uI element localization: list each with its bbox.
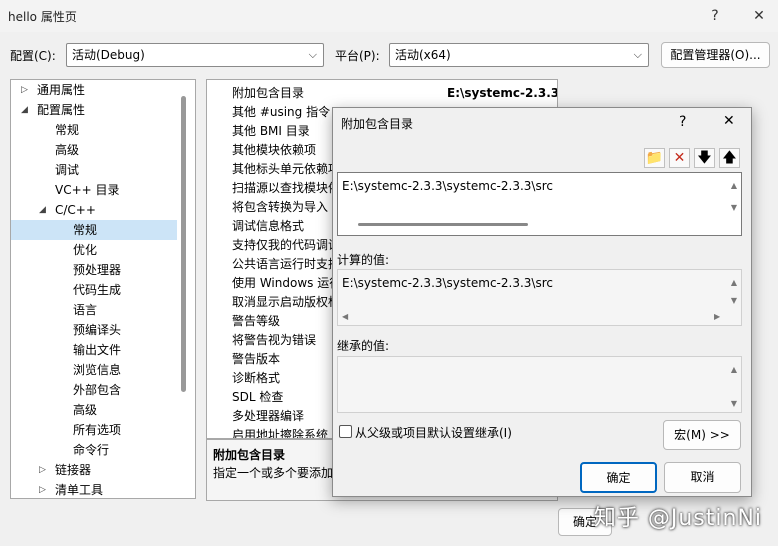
move-down-icon[interactable]: 🡇	[694, 148, 715, 168]
inherited-value-box: ▲ ▼	[337, 356, 742, 413]
collapse-icon[interactable]: ◢	[21, 100, 28, 120]
property-name: 公共语言运行时支持	[232, 257, 341, 271]
property-name: 其他标头单元依赖项	[232, 162, 341, 176]
computed-value-box: E:\systemc-2.3.3\systemc-2.3.3\src ▲ ▼ ◀…	[337, 269, 742, 326]
property-name: 附加包含目录	[232, 86, 305, 100]
tree-item-label: 所有选项	[73, 423, 122, 437]
description-title: 附加包含目录	[213, 448, 286, 462]
property-name: 其他 #using 指令	[232, 105, 331, 119]
dialog-ok-button[interactable]: 确定	[580, 462, 657, 493]
dialog-help-button[interactable]: ?	[679, 114, 686, 130]
property-name: 将包含转换为导入	[232, 200, 329, 214]
tree-item-label: 预编译头	[73, 323, 122, 337]
tree-item-label: 输出文件	[73, 343, 122, 357]
property-value[interactable]: E:\systemc-2.3.3\systemc-2.3.3\src	[447, 84, 557, 103]
scroll-down-icon[interactable]: ▼	[731, 203, 737, 212]
watermark: 知乎 @JustinNi	[593, 506, 762, 531]
collapse-icon[interactable]: ◢	[39, 200, 46, 220]
config-label: 配置(C):	[10, 49, 56, 63]
property-name: 警告等级	[232, 314, 281, 328]
entries-list[interactable]: E:\systemc-2.3.3\systemc-2.3.3\src ▲ ▼	[337, 172, 742, 236]
tree-item-label: 清单工具	[55, 483, 104, 497]
close-button[interactable]: ✕	[746, 4, 772, 28]
include-dirs-dialog: 附加包含目录 ? ✕ 📁 ✕ 🡇 🡅 E:\systemc-2.3.3\syst…	[332, 107, 752, 497]
entries-h-scrollbar[interactable]	[358, 223, 528, 226]
property-name: 调试信息格式	[232, 219, 305, 233]
new-line-icon[interactable]: 📁	[644, 148, 665, 168]
scroll-left-icon[interactable]: ◀	[342, 312, 348, 321]
help-button[interactable]: ?	[702, 4, 728, 28]
property-name: 将警告视为错误	[232, 333, 317, 347]
inherited-label: 继承的值:	[337, 339, 390, 353]
tree-item-label: 调试	[55, 163, 80, 177]
expand-icon[interactable]: ▷	[21, 80, 28, 100]
property-name: 诊断格式	[232, 371, 281, 385]
config-manager-button[interactable]: 配置管理器(O)...	[661, 42, 770, 68]
scroll-up-icon[interactable]: ▲	[731, 365, 737, 374]
dialog-cancel-button[interactable]: 取消	[664, 462, 741, 493]
tree-item-label: 命令行	[73, 443, 110, 457]
tree-item-label: 高级	[73, 403, 98, 417]
scroll-down-icon[interactable]: ▼	[731, 296, 737, 305]
window-title: hello 属性页	[8, 10, 77, 24]
config-combo[interactable]: 活动(Debug) ⌵	[66, 43, 324, 67]
scroll-up-icon[interactable]: ▲	[731, 278, 737, 287]
property-name: 警告版本	[232, 352, 281, 366]
property-name: 支持仅我的代码调试	[232, 238, 341, 252]
tree-item-label: 通用属性	[37, 83, 86, 97]
move-up-icon[interactable]: 🡅	[719, 148, 740, 168]
tree-item-label: 链接器	[55, 463, 92, 477]
tree-item-label: 预处理器	[73, 263, 122, 277]
tree-item-label: 外部包含	[73, 383, 122, 397]
tree-item-label: 语言	[73, 303, 98, 317]
title-bar	[0, 0, 778, 32]
inherit-checkbox-label[interactable]: 从父级或项目默认设置继承(I)	[355, 424, 512, 441]
entry-line[interactable]: E:\systemc-2.3.3\systemc-2.3.3\src	[342, 179, 553, 193]
scroll-down-icon[interactable]: ▼	[731, 399, 737, 408]
description-text: 指定一个或多个要添加	[213, 466, 334, 480]
config-value: 活动(Debug)	[72, 48, 145, 62]
computed-label: 计算的值:	[337, 253, 390, 267]
delete-icon[interactable]: ✕	[669, 148, 690, 168]
tree-item-label: 常规	[73, 223, 98, 237]
tree-item-label: 常规	[55, 123, 80, 137]
property-name: 多处理器编译	[232, 409, 305, 423]
tree-item-label: 浏览信息	[73, 363, 122, 377]
dialog-title: 附加包含目录	[341, 117, 414, 131]
scroll-right-icon[interactable]: ▶	[714, 312, 720, 321]
tree-item-label: C/C++	[55, 203, 96, 217]
tree-item-label: 高级	[55, 143, 80, 157]
tree-scrollbar[interactable]	[181, 96, 186, 392]
property-name: SDL 检查	[232, 390, 284, 404]
property-name: 启用地址擦除系统	[232, 428, 329, 439]
computed-value: E:\systemc-2.3.3\systemc-2.3.3\src	[342, 276, 553, 290]
macro-button[interactable]: 宏(M) >>	[663, 420, 741, 450]
tree-item-label: 配置属性	[37, 103, 86, 117]
platform-combo[interactable]: 活动(x64) ⌵	[389, 43, 649, 67]
property-name: 使用 Windows 运行	[232, 276, 342, 290]
chevron-down-icon: ⌵	[308, 48, 317, 61]
inherit-checkbox[interactable]	[339, 425, 352, 438]
dialog-close-button[interactable]: ✕	[723, 113, 735, 129]
tree-item-label: VC++ 目录	[55, 183, 120, 197]
platform-value: 活动(x64)	[395, 48, 451, 62]
expand-icon[interactable]: ▷	[39, 480, 46, 498]
expand-icon[interactable]: ▷	[39, 460, 46, 480]
tree-item-label: 代码生成	[73, 283, 122, 297]
chevron-down-icon: ⌵	[633, 48, 642, 61]
tree-item-label: 优化	[73, 243, 98, 257]
property-name: 其他模块依赖项	[232, 143, 317, 157]
platform-label: 平台(P):	[335, 49, 380, 63]
tree-item[interactable]: 常规	[11, 220, 177, 240]
scroll-up-icon[interactable]: ▲	[731, 181, 737, 190]
property-tree[interactable]: ▷ 通用属性 ◢ 配置属性 常规 高级 调试 VC++ 目录 ◢ C/C++ 常规 优化 预处理器 代码生…	[10, 79, 196, 499]
property-row[interactable]: 附加包含目录 E:\systemc-2.3.3\systemc-2.3.3\src	[207, 84, 557, 103]
property-name: 其他 BMI 目录	[232, 124, 310, 138]
